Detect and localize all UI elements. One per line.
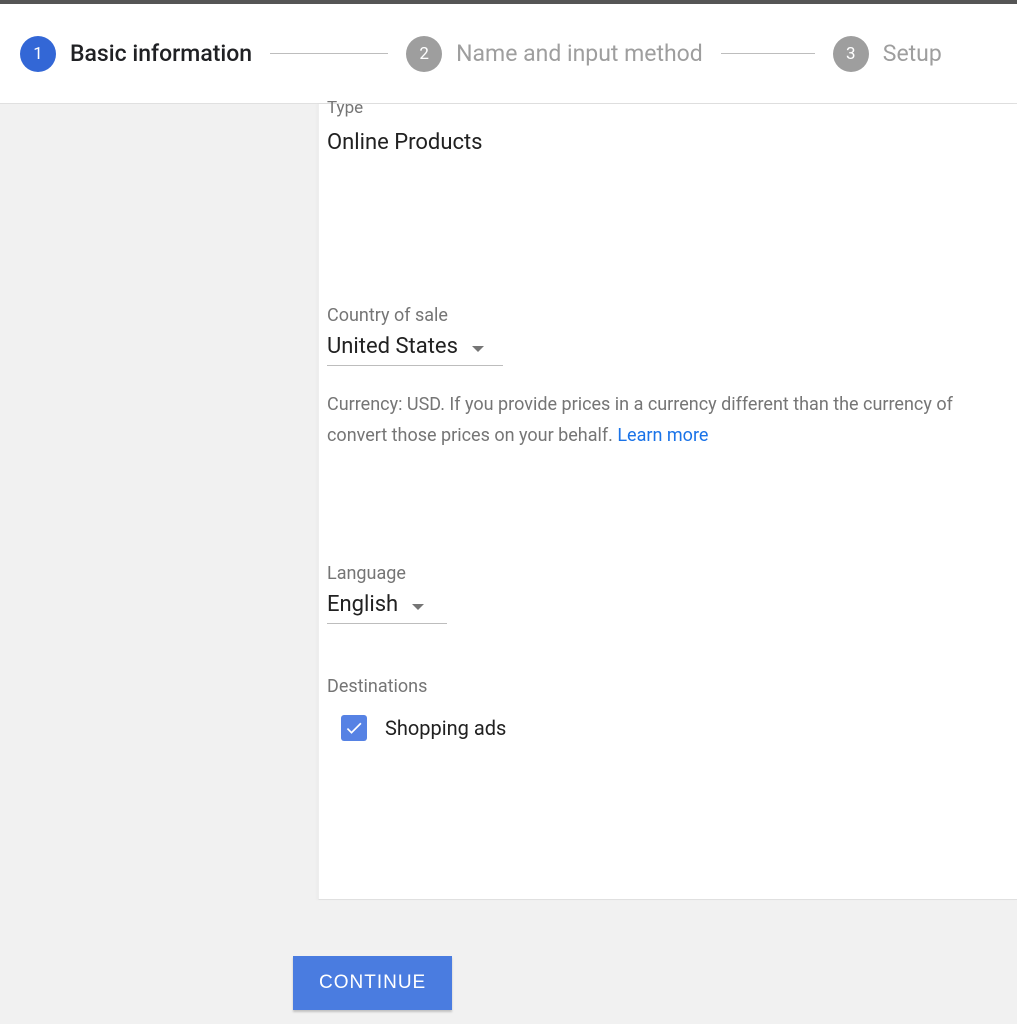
language-dropdown[interactable]: English [327,592,447,624]
step-name-input-method[interactable]: 2 Name and input method [406,36,703,72]
destinations-field: Destinations Shopping ads [327,676,1017,741]
step-basic-information[interactable]: 1 Basic information [20,36,252,72]
type-label: Type [327,98,1017,118]
continue-button[interactable]: CONTINUE [293,956,452,1010]
stepper: 1 Basic information 2 Name and input met… [0,4,1017,104]
country-label: Country of sale [327,305,1017,326]
shopping-ads-checkbox[interactable] [341,715,367,741]
step-2-label: Name and input method [456,40,703,67]
helper-text-line1: Currency: USD. If you provide prices in … [327,394,953,415]
country-field: Country of sale United States Currency: … [327,305,1017,451]
type-field: Type Online Products [327,104,1017,155]
step-1-label: Basic information [70,40,252,67]
step-setup[interactable]: 3 Setup [833,36,942,72]
chevron-down-icon [472,346,484,352]
language-value: English [327,592,398,617]
step-3-label: Setup [883,40,942,67]
step-1-circle: 1 [20,36,56,72]
country-dropdown[interactable]: United States [327,334,503,366]
shopping-ads-label: Shopping ads [385,716,506,740]
type-value: Online Products [327,130,1017,155]
checkmark-icon [344,718,364,738]
destinations-label: Destinations [327,676,1017,697]
step-connector [721,53,815,54]
step-connector [270,53,388,54]
form-panel: Type Online Products Country of sale Uni… [318,104,1017,900]
language-label: Language [327,563,1017,584]
destination-item: Shopping ads [327,715,1017,741]
chevron-down-icon [412,604,424,610]
helper-text-line2: convert those prices on your behalf. [327,425,617,446]
learn-more-link[interactable]: Learn more [617,425,708,446]
step-3-circle: 3 [833,36,869,72]
country-helper-text: Currency: USD. If you provide prices in … [327,390,1017,451]
step-2-circle: 2 [406,36,442,72]
country-value: United States [327,334,458,359]
language-field: Language English [327,563,1017,624]
